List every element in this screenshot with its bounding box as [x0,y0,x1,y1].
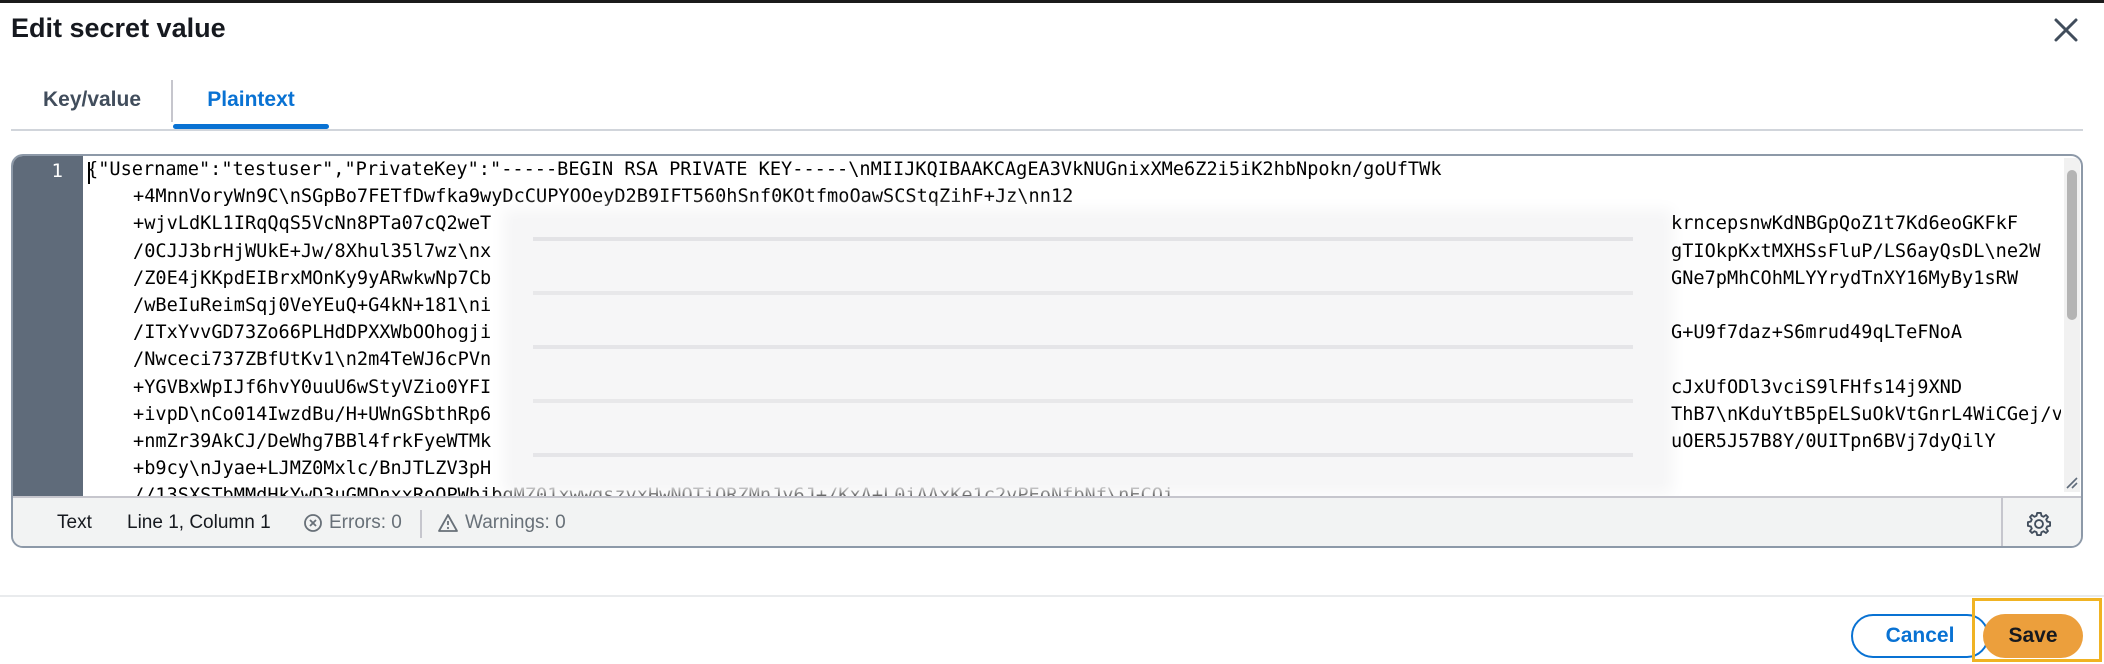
code-line-fragment: gTIOkpKxtMXHSsFluP/LS6ayQsDL\ne2W [1671,240,2041,262]
close-icon [2054,18,2078,42]
status-vertical-separator [2001,498,2003,546]
warning-triangle-icon [438,514,458,532]
error-circle-icon [304,514,322,532]
editor-status-bar: Text Line 1, Column 1 Errors: 0 Warnings… [13,496,2081,546]
code-line-fragment: G+U9f7daz+S6mrud49qLTeFNoA [1671,322,1963,344]
redacted-region [513,219,1663,484]
code-line-fragment [1671,455,2061,482]
mode-label: Text [57,512,92,533]
code-line-fragment [1671,183,2061,210]
errors-indicator[interactable]: Errors: 0 [303,498,402,546]
code-line-fragment [1671,156,2061,183]
code-line-fragment: krncepsnwKdNBGpQoZ1t7Kd6eoGKFkF [1671,213,2019,235]
code-editor[interactable]: 1 {"Username":"testuser","PrivateKey":"-… [11,154,2083,548]
dialog-title: Edit secret value [11,13,226,43]
tab-plaintext[interactable]: Plaintext [173,74,329,128]
close-button[interactable] [2044,12,2088,48]
code-line-fragment: cJxUfODl3vciS9lFHfs14j9XND [1671,376,1963,398]
gear-icon[interactable] [2025,510,2053,538]
window-top-border [0,0,2104,3]
cancel-button[interactable]: Cancel [1851,614,1989,658]
tab-key-value[interactable]: Key/value [29,74,155,128]
code-line-fragment: GNe7pMhCOhMLYYrydTnXY16MyBy1sRW [1671,267,2019,289]
editor-scrollbar[interactable] [2064,158,2080,492]
resize-handle-icon[interactable] [2063,474,2079,490]
code-line-fragment [1671,482,2061,496]
status-separator [420,510,422,538]
line-number-gutter: 1 [13,156,83,496]
code-line-fragment [1671,346,2061,373]
errors-count: Errors: 0 [329,512,402,533]
text-cursor [88,162,90,184]
tab-list: Key/value Plaintext [11,74,2083,131]
cursor-position: Line 1, Column 1 [127,512,271,533]
footer-divider [0,595,2104,597]
line-number: 1 [51,160,63,182]
warnings-count: Warnings: 0 [465,512,566,533]
scrollbar-thumb[interactable] [2067,170,2077,320]
code-line-fragment: ThB7\nKduYtB5pELSuOkVtGnrL4WiCGej/v [1671,403,2061,425]
code-line-fragment: uOER5J57B8Y/0UITpn6BVj7dyQilY [1671,430,1996,452]
code-line-fragment [1671,292,2061,319]
warnings-indicator[interactable]: Warnings: 0 [437,498,566,546]
save-button[interactable]: Save [1983,614,2083,658]
editor-content-right: krncepsnwKdNBGpQoZ1t7Kd6eoGKFkF gTIOkpKxt… [1671,156,2061,496]
tab-divider [11,129,2083,131]
